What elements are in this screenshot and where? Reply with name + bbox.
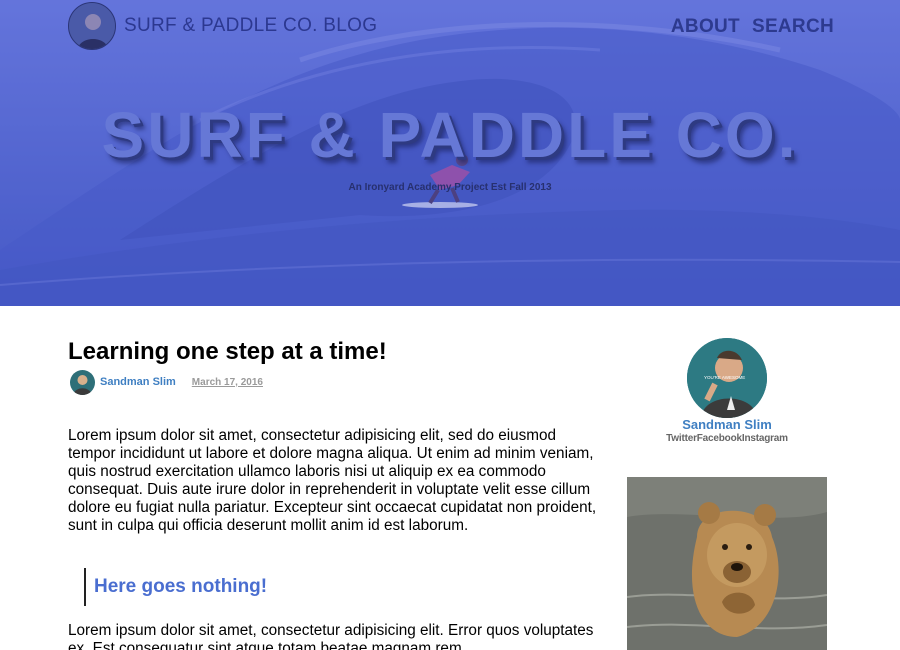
post-date-link[interactable]: March 17, 2016 <box>192 377 263 388</box>
twitter-link[interactable]: Twitter <box>666 433 697 444</box>
post-blockquote: Here goes nothing! <box>84 568 267 606</box>
post-meta: Sandman Slim March 17, 2016 <box>70 368 263 396</box>
svg-text:YOU'RE AWESOME: YOU'RE AWESOME <box>704 375 745 380</box>
nav-search-link[interactable]: SEARCH <box>752 16 834 38</box>
post-paragraph-1: Lorem ipsum dolor sit amet, consectetur … <box>68 427 597 534</box>
author-avatar-icon[interactable] <box>70 369 95 395</box>
instagram-link[interactable]: Instagram <box>742 433 788 444</box>
sidebar-author-name[interactable]: Sandman Slim <box>627 417 827 432</box>
post-paragraph-2: Lorem ipsum dolor sit amet, consectetur … <box>68 622 594 650</box>
nav-links: ABOUT SEARCH <box>671 16 834 38</box>
facebook-link[interactable]: Facebook <box>697 433 742 444</box>
brand-title-link[interactable]: SURF & PADDLE CO. BLOG <box>124 15 377 37</box>
post-author-link[interactable]: Sandman Slim <box>100 376 176 388</box>
surfer-avatar-icon[interactable] <box>68 2 116 50</box>
hero-subtitle: An Ironyard Academy Project Est Fall 201… <box>348 182 552 193</box>
top-navigation: SURF & PADDLE CO. BLOG ABOUT SEARCH <box>0 0 900 50</box>
hero-banner: SURF & PADDLE CO. BLOG ABOUT SEARCH SURF… <box>0 0 900 306</box>
bear-photo <box>627 477 827 650</box>
post-title[interactable]: Learning one step at a time! <box>68 338 387 366</box>
hero-title: SURF & PADDLE CO. <box>101 99 799 171</box>
blockquote-text: Here goes nothing! <box>94 576 268 597</box>
nav-about-link[interactable]: ABOUT <box>671 16 740 38</box>
sidebar-author-avatar[interactable]: YOU'RE AWESOME <box>687 338 767 418</box>
social-links: TwitterFacebookInstagram <box>627 433 827 444</box>
